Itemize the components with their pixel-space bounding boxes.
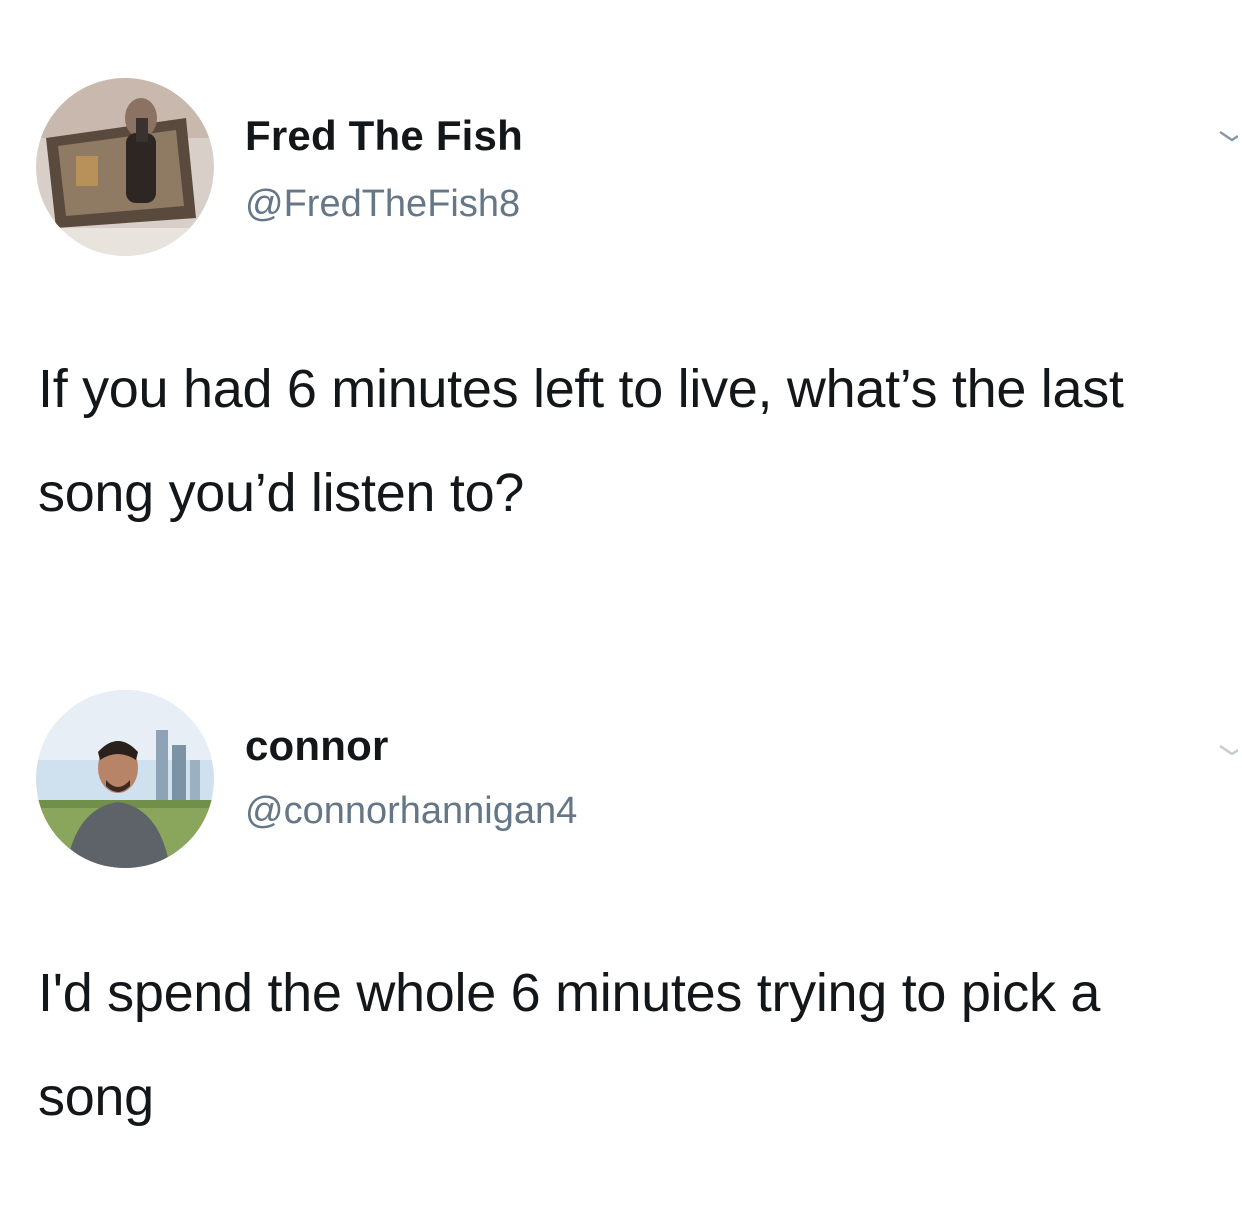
tweet-reply: connor @connorhannigan4 I'd spend the wh… (0, 600, 1242, 1230)
user-handle[interactable]: @connorhannigan4 (245, 790, 577, 833)
profile-photo-icon (36, 78, 214, 256)
avatar[interactable] (36, 78, 214, 256)
avatar[interactable] (36, 690, 214, 868)
profile-photo-icon (36, 690, 214, 868)
tweet-text: If you had 6 minutes left to live, what’… (38, 359, 1124, 523)
user-handle[interactable]: @FredTheFish8 (245, 183, 520, 226)
chevron-down-icon[interactable] (1218, 126, 1238, 156)
display-name[interactable]: Fred The Fish (245, 112, 523, 160)
chevron-down-icon[interactable] (1218, 740, 1238, 770)
display-name[interactable]: connor (245, 722, 389, 770)
tweet-original: Fred The Fish @FredTheFish8 If you had 6… (0, 0, 1242, 600)
tweet-text: I'd spend the whole 6 minutes trying to … (38, 963, 1101, 1127)
